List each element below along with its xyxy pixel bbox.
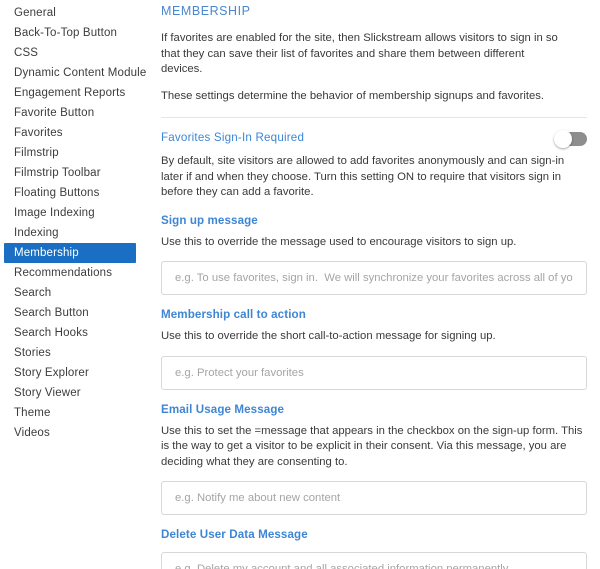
settings-page: General Back-To-Top Button CSS Dynamic C…	[0, 0, 600, 569]
section-title-delete-user-data-message: Delete User Data Message	[161, 528, 308, 541]
section-title-email-usage-message: Email Usage Message	[161, 402, 285, 416]
section-favorites-sign-in-required: Favorites Sign-In Required By default, s…	[161, 118, 587, 201]
section-email-usage-message: Email Usage Message Use this to set the …	[161, 390, 587, 515]
email-usage-message-field[interactable]	[161, 481, 587, 515]
toggle-favorites-sign-in-required[interactable]	[554, 129, 587, 148]
sidebar-item-back-to-top-button[interactable]: Back-To-Top Button	[4, 23, 136, 43]
section-delete-user-data-message: Delete User Data Message	[161, 515, 587, 569]
section-sign-up-message: Sign up message Use this to override the…	[161, 201, 587, 295]
page-title: MEMBERSHIP	[161, 4, 251, 18]
sidebar-item-filmstrip-toolbar[interactable]: Filmstrip Toolbar	[4, 163, 136, 183]
sidebar-item-css[interactable]: CSS	[4, 43, 136, 63]
section-help-membership-call-to-action: Use this to override the short call-to-a…	[161, 330, 496, 342]
sidebar-item-indexing[interactable]: Indexing	[4, 223, 136, 243]
sidebar-item-dynamic-content-module[interactable]: Dynamic Content Module	[4, 63, 146, 83]
section-header: Favorites Sign-In Required	[161, 129, 587, 148]
sidebar-item-theme[interactable]: Theme	[4, 403, 136, 423]
sign-up-message-input[interactable]	[162, 272, 586, 284]
section-membership-call-to-action: Membership call to action Use this to ov…	[161, 295, 587, 390]
sidebar-item-filmstrip[interactable]: Filmstrip	[4, 143, 136, 163]
settings-content: MEMBERSHIP If favorites are enabled for …	[150, 0, 600, 569]
sign-up-message-field[interactable]	[161, 261, 587, 295]
intro-paragraph-2: These settings determine the behavior of…	[161, 89, 545, 102]
sidebar-item-story-explorer[interactable]: Story Explorer	[4, 363, 136, 383]
sidebar-item-engagement-reports[interactable]: Engagement Reports	[4, 83, 136, 103]
section-title-favorites-sign-in-required: Favorites Sign-In Required	[161, 131, 305, 144]
membership-call-to-action-field[interactable]	[161, 355, 587, 390]
section-help-favorites-sign-in-required: By default, site visitors are allowed to…	[161, 155, 565, 198]
membership-call-to-action-input[interactable]	[162, 366, 586, 379]
sidebar-item-search-hooks[interactable]: Search Hooks	[4, 323, 136, 343]
email-usage-message-input[interactable]	[162, 492, 586, 504]
sidebar-item-floating-buttons[interactable]: Floating Buttons	[4, 183, 136, 203]
delete-user-data-message-field[interactable]	[161, 552, 587, 569]
intro-paragraph-1: If favorites are enabled for the site, t…	[161, 32, 558, 75]
sidebar-item-favorites[interactable]: Favorites	[4, 123, 136, 143]
sidebar-item-search-button[interactable]: Search Button	[4, 303, 136, 323]
section-help-email-usage-message: Use this to set the =message that appear…	[161, 424, 583, 468]
sidebar-item-image-indexing[interactable]: Image Indexing	[4, 203, 136, 223]
sidebar-item-story-viewer[interactable]: Story Viewer	[4, 383, 136, 403]
section-title-sign-up-message: Sign up message	[161, 213, 258, 227]
sidebar-item-recommendations[interactable]: Recommendations	[4, 263, 136, 283]
section-title-membership-call-to-action: Membership call to action	[161, 308, 306, 321]
sidebar-item-search[interactable]: Search	[4, 283, 136, 303]
sidebar-item-videos[interactable]: Videos	[4, 423, 136, 443]
sidebar-item-general[interactable]: General	[4, 3, 136, 23]
sidebar-item-stories[interactable]: Stories	[4, 343, 136, 363]
toggle-knob-icon	[554, 129, 572, 148]
sidebar-item-membership[interactable]: Membership	[4, 243, 136, 263]
sidebar-item-favorite-button[interactable]: Favorite Button	[4, 103, 136, 123]
delete-user-data-message-input[interactable]	[162, 563, 586, 569]
settings-sidebar: General Back-To-Top Button CSS Dynamic C…	[0, 0, 150, 569]
section-help-sign-up-message: Use this to override the message used to…	[161, 235, 517, 248]
